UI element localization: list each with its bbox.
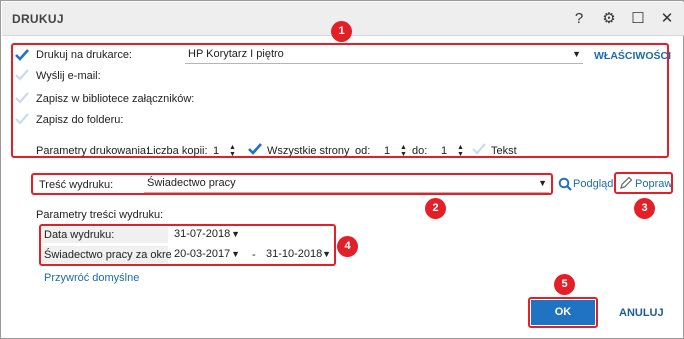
magnifier-icon[interactable]: [558, 177, 572, 191]
period-label: Świadectwo pracy za okres:: [44, 249, 181, 261]
from-stepper[interactable]: 1 ▲ ▼: [384, 143, 408, 159]
chevron-down-icon: ▼: [572, 49, 581, 59]
email-label: Wyślij e-mail:: [36, 70, 101, 82]
print-params-label: Parametry drukowania:: [36, 145, 150, 157]
printer-select[interactable]: HP Korytarz I piętro ▼: [185, 46, 583, 64]
callout-badge-4: 4: [337, 236, 358, 257]
period-from-value: 20-03-2017: [174, 248, 231, 260]
gear-icon[interactable]: ⚙: [599, 9, 619, 29]
pencil-icon[interactable]: [619, 176, 633, 190]
edit-link[interactable]: Popraw: [635, 178, 672, 190]
printer-checkbox[interactable]: [15, 48, 29, 62]
all-pages-label: Wszystkie strony: [267, 145, 350, 157]
printer-value: HP Korytarz I piętro: [188, 48, 284, 60]
folder-label: Zapisz do folderu:: [36, 114, 124, 126]
copies-label: Liczba kopii:: [147, 145, 208, 157]
chevron-down-icon: ▼: [538, 178, 547, 188]
email-checkbox[interactable]: [15, 68, 29, 82]
content-value: Świadectwo pracy: [147, 177, 236, 189]
from-value: 1: [384, 145, 391, 157]
print-date-label: Data wydruku:: [44, 229, 115, 241]
print-dialog: DRUKUJ ? ⚙ ☐ ✕ 1 Drukuj na drukarce: HP …: [0, 0, 684, 339]
callout-badge-5: 5: [554, 274, 575, 295]
content-params-heading: Parametry treści wydruku:: [36, 209, 164, 221]
all-pages-checkbox[interactable]: [248, 142, 262, 156]
print-date-value: 31-07-2018: [174, 228, 231, 240]
period-to-value: 31-10-2018: [266, 248, 323, 260]
folder-checkbox[interactable]: [15, 112, 29, 126]
help-icon[interactable]: ?: [569, 9, 589, 29]
cancel-button[interactable]: ANULUJ: [619, 307, 664, 319]
stepper-arrows-icon[interactable]: ▲ ▼: [229, 144, 237, 158]
text-label: Tekst: [491, 145, 517, 157]
properties-link[interactable]: WŁAŚCIWOŚCI: [594, 50, 671, 62]
from-label: od:: [355, 145, 371, 157]
preview-link[interactable]: Podgląd: [573, 178, 613, 190]
restore-defaults-link[interactable]: Przywróć domyślne: [44, 272, 139, 284]
print-date-select[interactable]: 31-07-2018 ▼: [171, 226, 242, 244]
callout-badge-3: 3: [634, 198, 655, 219]
callout-badge-2: 2: [425, 198, 446, 219]
attachments-label: Zapisz w bibliotece załączników:: [36, 93, 195, 105]
chevron-down-icon: ▼: [231, 249, 240, 259]
period-from-select[interactable]: 20-03-2017 ▼: [171, 246, 242, 264]
copies-value: 1: [213, 145, 220, 157]
dialog-title: DRUKUJ: [12, 12, 64, 26]
callout-badge-1: 1: [331, 21, 352, 42]
period-separator: -: [252, 249, 256, 261]
copies-stepper[interactable]: 1 ▲ ▼: [213, 143, 237, 159]
chevron-down-icon: ▼: [322, 249, 331, 259]
text-checkbox[interactable]: [472, 142, 486, 156]
ok-button[interactable]: OK: [531, 300, 595, 325]
content-select[interactable]: Świadectwo pracy ▼: [144, 175, 549, 193]
to-value: 1: [441, 145, 448, 157]
period-to-select[interactable]: 31-10-2018 ▼: [263, 246, 333, 264]
to-label: do:: [412, 145, 428, 157]
to-stepper[interactable]: 1 ▲ ▼: [441, 143, 465, 159]
maximize-icon[interactable]: ☐: [628, 9, 648, 29]
close-icon[interactable]: ✕: [657, 9, 677, 29]
chevron-down-icon: ▼: [231, 229, 240, 239]
attachments-checkbox[interactable]: [15, 91, 29, 105]
printer-label: Drukuj na drukarce:: [36, 49, 132, 61]
stepper-arrows-icon[interactable]: ▲ ▼: [457, 144, 465, 158]
stepper-arrows-icon[interactable]: ▲ ▼: [400, 144, 408, 158]
content-label: Treść wydruku:: [39, 179, 114, 191]
